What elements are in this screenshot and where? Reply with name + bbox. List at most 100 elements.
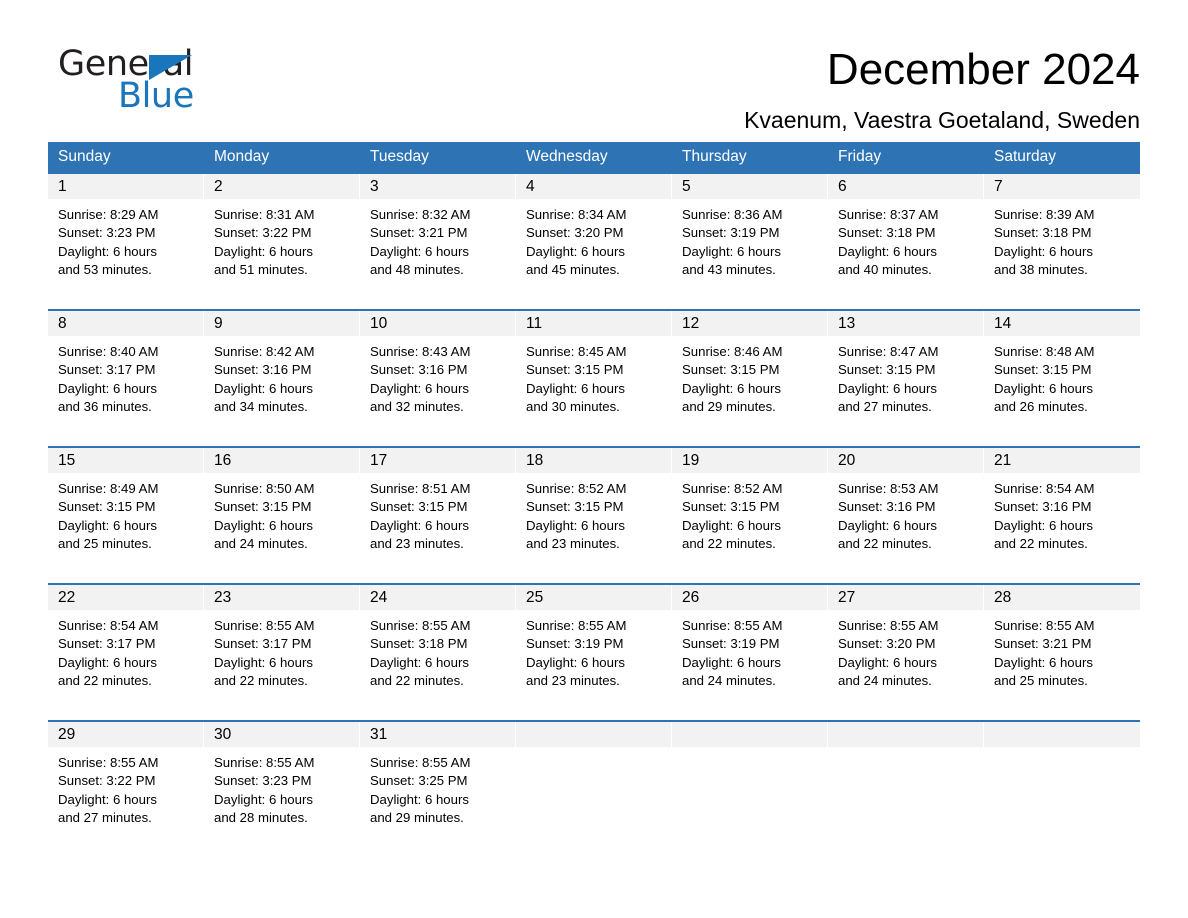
week-spacer xyxy=(48,703,1140,720)
day-cell[interactable]: 8 Sunrise: 8:40 AM Sunset: 3:17 PM Dayli… xyxy=(48,311,204,429)
day-number: 14 xyxy=(984,311,1140,336)
daylight-text-line1: Daylight: 6 hours xyxy=(370,517,469,533)
sunrise-text: Sunrise: 8:43 AM xyxy=(370,344,471,359)
day-info: Sunrise: 8:55 AM Sunset: 3:23 PM Dayligh… xyxy=(204,747,360,828)
sunrise-text: Sunrise: 8:31 AM xyxy=(214,207,315,222)
sunrise-text: Sunrise: 8:36 AM xyxy=(682,207,783,222)
day-cell[interactable]: 15 Sunrise: 8:49 AM Sunset: 3:15 PM Dayl… xyxy=(48,448,204,566)
day-info: Sunrise: 8:45 AM Sunset: 3:15 PM Dayligh… xyxy=(516,336,672,417)
sunset-text: Sunset: 3:25 PM xyxy=(370,773,468,789)
day-cell[interactable]: 20 Sunrise: 8:53 AM Sunset: 3:16 PM Dayl… xyxy=(828,448,984,566)
daylight-text-line2: and 22 minutes. xyxy=(994,536,1088,552)
day-info: Sunrise: 8:55 AM Sunset: 3:21 PM Dayligh… xyxy=(984,610,1140,691)
day-cell-empty xyxy=(672,722,828,840)
dow-saturday: Saturday xyxy=(994,148,1057,165)
day-number: 4 xyxy=(516,174,672,199)
day-number: 26 xyxy=(672,585,828,610)
dow-tuesday: Tuesday xyxy=(370,148,429,165)
daylight-text-line2: and 22 minutes. xyxy=(682,536,776,552)
day-cell[interactable]: 25 Sunrise: 8:55 AM Sunset: 3:19 PM Dayl… xyxy=(516,585,672,703)
day-cell[interactable]: 21 Sunrise: 8:54 AM Sunset: 3:16 PM Dayl… xyxy=(984,448,1140,566)
day-cell[interactable]: 29 Sunrise: 8:55 AM Sunset: 3:22 PM Dayl… xyxy=(48,722,204,840)
day-number: 1 xyxy=(48,174,204,199)
day-cell[interactable]: 14 Sunrise: 8:48 AM Sunset: 3:15 PM Dayl… xyxy=(984,311,1140,429)
day-info: Sunrise: 8:54 AM Sunset: 3:17 PM Dayligh… xyxy=(48,610,204,691)
sunrise-text: Sunrise: 8:39 AM xyxy=(994,207,1095,222)
day-cell[interactable]: 2 Sunrise: 8:31 AM Sunset: 3:22 PM Dayli… xyxy=(204,174,360,292)
daylight-text-line1: Daylight: 6 hours xyxy=(370,380,469,396)
sunrise-text: Sunrise: 8:48 AM xyxy=(994,344,1095,359)
daylight-text-line1: Daylight: 6 hours xyxy=(370,791,469,807)
daylight-text-line1: Daylight: 6 hours xyxy=(682,243,781,259)
daylight-text-line2: and 45 minutes. xyxy=(526,262,620,278)
day-number: 5 xyxy=(672,174,828,199)
day-cell[interactable]: 17 Sunrise: 8:51 AM Sunset: 3:15 PM Dayl… xyxy=(360,448,516,566)
daylight-text-line2: and 24 minutes. xyxy=(214,536,308,552)
sunset-text: Sunset: 3:15 PM xyxy=(58,499,156,515)
daylight-text-line2: and 24 minutes. xyxy=(838,673,932,689)
day-cell[interactable]: 12 Sunrise: 8:46 AM Sunset: 3:15 PM Dayl… xyxy=(672,311,828,429)
daylight-text-line1: Daylight: 6 hours xyxy=(682,380,781,396)
sunrise-text: Sunrise: 8:54 AM xyxy=(58,618,159,633)
day-cell[interactable]: 19 Sunrise: 8:52 AM Sunset: 3:15 PM Dayl… xyxy=(672,448,828,566)
day-info: Sunrise: 8:37 AM Sunset: 3:18 PM Dayligh… xyxy=(828,199,984,280)
logo-text-blue: Blue xyxy=(118,76,194,116)
day-cell[interactable]: 5 Sunrise: 8:36 AM Sunset: 3:19 PM Dayli… xyxy=(672,174,828,292)
daylight-text-line2: and 27 minutes. xyxy=(838,399,932,415)
sunset-text: Sunset: 3:16 PM xyxy=(994,499,1092,515)
day-number: 16 xyxy=(204,448,360,473)
day-info: Sunrise: 8:55 AM Sunset: 3:19 PM Dayligh… xyxy=(516,610,672,691)
day-cell[interactable]: 3 Sunrise: 8:32 AM Sunset: 3:21 PM Dayli… xyxy=(360,174,516,292)
day-cell[interactable]: 23 Sunrise: 8:55 AM Sunset: 3:17 PM Dayl… xyxy=(204,585,360,703)
sunset-text: Sunset: 3:15 PM xyxy=(682,499,780,515)
daylight-text-line2: and 51 minutes. xyxy=(214,262,308,278)
sunrise-text: Sunrise: 8:42 AM xyxy=(214,344,315,359)
day-number: 19 xyxy=(672,448,828,473)
sunset-text: Sunset: 3:20 PM xyxy=(838,636,936,652)
day-cell[interactable]: 28 Sunrise: 8:55 AM Sunset: 3:21 PM Dayl… xyxy=(984,585,1140,703)
sunset-text: Sunset: 3:15 PM xyxy=(214,499,312,515)
daylight-text-line2: and 53 minutes. xyxy=(58,262,152,278)
day-cell[interactable]: 13 Sunrise: 8:47 AM Sunset: 3:15 PM Dayl… xyxy=(828,311,984,429)
page-header: General Blue December 2024 Kvaenum, Vaes… xyxy=(48,0,1140,133)
daylight-text-line2: and 48 minutes. xyxy=(370,262,464,278)
day-cell[interactable]: 7 Sunrise: 8:39 AM Sunset: 3:18 PM Dayli… xyxy=(984,174,1140,292)
day-number: 29 xyxy=(48,722,204,747)
day-number: 2 xyxy=(204,174,360,199)
day-cell[interactable]: 26 Sunrise: 8:55 AM Sunset: 3:19 PM Dayl… xyxy=(672,585,828,703)
day-cell[interactable]: 30 Sunrise: 8:55 AM Sunset: 3:23 PM Dayl… xyxy=(204,722,360,840)
day-cell[interactable]: 4 Sunrise: 8:34 AM Sunset: 3:20 PM Dayli… xyxy=(516,174,672,292)
day-info: Sunrise: 8:47 AM Sunset: 3:15 PM Dayligh… xyxy=(828,336,984,417)
daylight-text-line2: and 22 minutes. xyxy=(838,536,932,552)
title-block: December 2024 Kvaenum, Vaestra Goetaland… xyxy=(744,44,1140,135)
day-info: Sunrise: 8:53 AM Sunset: 3:16 PM Dayligh… xyxy=(828,473,984,554)
day-cell[interactable]: 11 Sunrise: 8:45 AM Sunset: 3:15 PM Dayl… xyxy=(516,311,672,429)
day-cell[interactable]: 31 Sunrise: 8:55 AM Sunset: 3:25 PM Dayl… xyxy=(360,722,516,840)
day-cell[interactable]: 24 Sunrise: 8:55 AM Sunset: 3:18 PM Dayl… xyxy=(360,585,516,703)
daylight-text-line2: and 29 minutes. xyxy=(370,810,464,826)
daylight-text-line2: and 22 minutes. xyxy=(214,673,308,689)
day-number xyxy=(984,722,1140,747)
sunset-text: Sunset: 3:15 PM xyxy=(682,362,780,378)
day-cell[interactable]: 16 Sunrise: 8:50 AM Sunset: 3:15 PM Dayl… xyxy=(204,448,360,566)
day-cell[interactable]: 6 Sunrise: 8:37 AM Sunset: 3:18 PM Dayli… xyxy=(828,174,984,292)
day-cell[interactable]: 1 Sunrise: 8:29 AM Sunset: 3:23 PM Dayli… xyxy=(48,174,204,292)
sunset-text: Sunset: 3:18 PM xyxy=(994,225,1092,241)
day-cell[interactable]: 18 Sunrise: 8:52 AM Sunset: 3:15 PM Dayl… xyxy=(516,448,672,566)
day-number: 7 xyxy=(984,174,1140,199)
daylight-text-line2: and 25 minutes. xyxy=(58,536,152,552)
day-cell[interactable]: 10 Sunrise: 8:43 AM Sunset: 3:16 PM Dayl… xyxy=(360,311,516,429)
sunrise-text: Sunrise: 8:32 AM xyxy=(370,207,471,222)
day-number: 3 xyxy=(360,174,516,199)
sunset-text: Sunset: 3:23 PM xyxy=(214,773,312,789)
day-info: Sunrise: 8:31 AM Sunset: 3:22 PM Dayligh… xyxy=(204,199,360,280)
sunrise-text: Sunrise: 8:55 AM xyxy=(682,618,783,633)
day-number: 17 xyxy=(360,448,516,473)
daylight-text-line2: and 40 minutes. xyxy=(838,262,932,278)
day-cell[interactable]: 27 Sunrise: 8:55 AM Sunset: 3:20 PM Dayl… xyxy=(828,585,984,703)
day-cell[interactable]: 9 Sunrise: 8:42 AM Sunset: 3:16 PM Dayli… xyxy=(204,311,360,429)
day-info: Sunrise: 8:55 AM Sunset: 3:25 PM Dayligh… xyxy=(360,747,516,828)
daylight-text-line1: Daylight: 6 hours xyxy=(214,380,313,396)
day-info: Sunrise: 8:55 AM Sunset: 3:17 PM Dayligh… xyxy=(204,610,360,691)
day-cell[interactable]: 22 Sunrise: 8:54 AM Sunset: 3:17 PM Dayl… xyxy=(48,585,204,703)
